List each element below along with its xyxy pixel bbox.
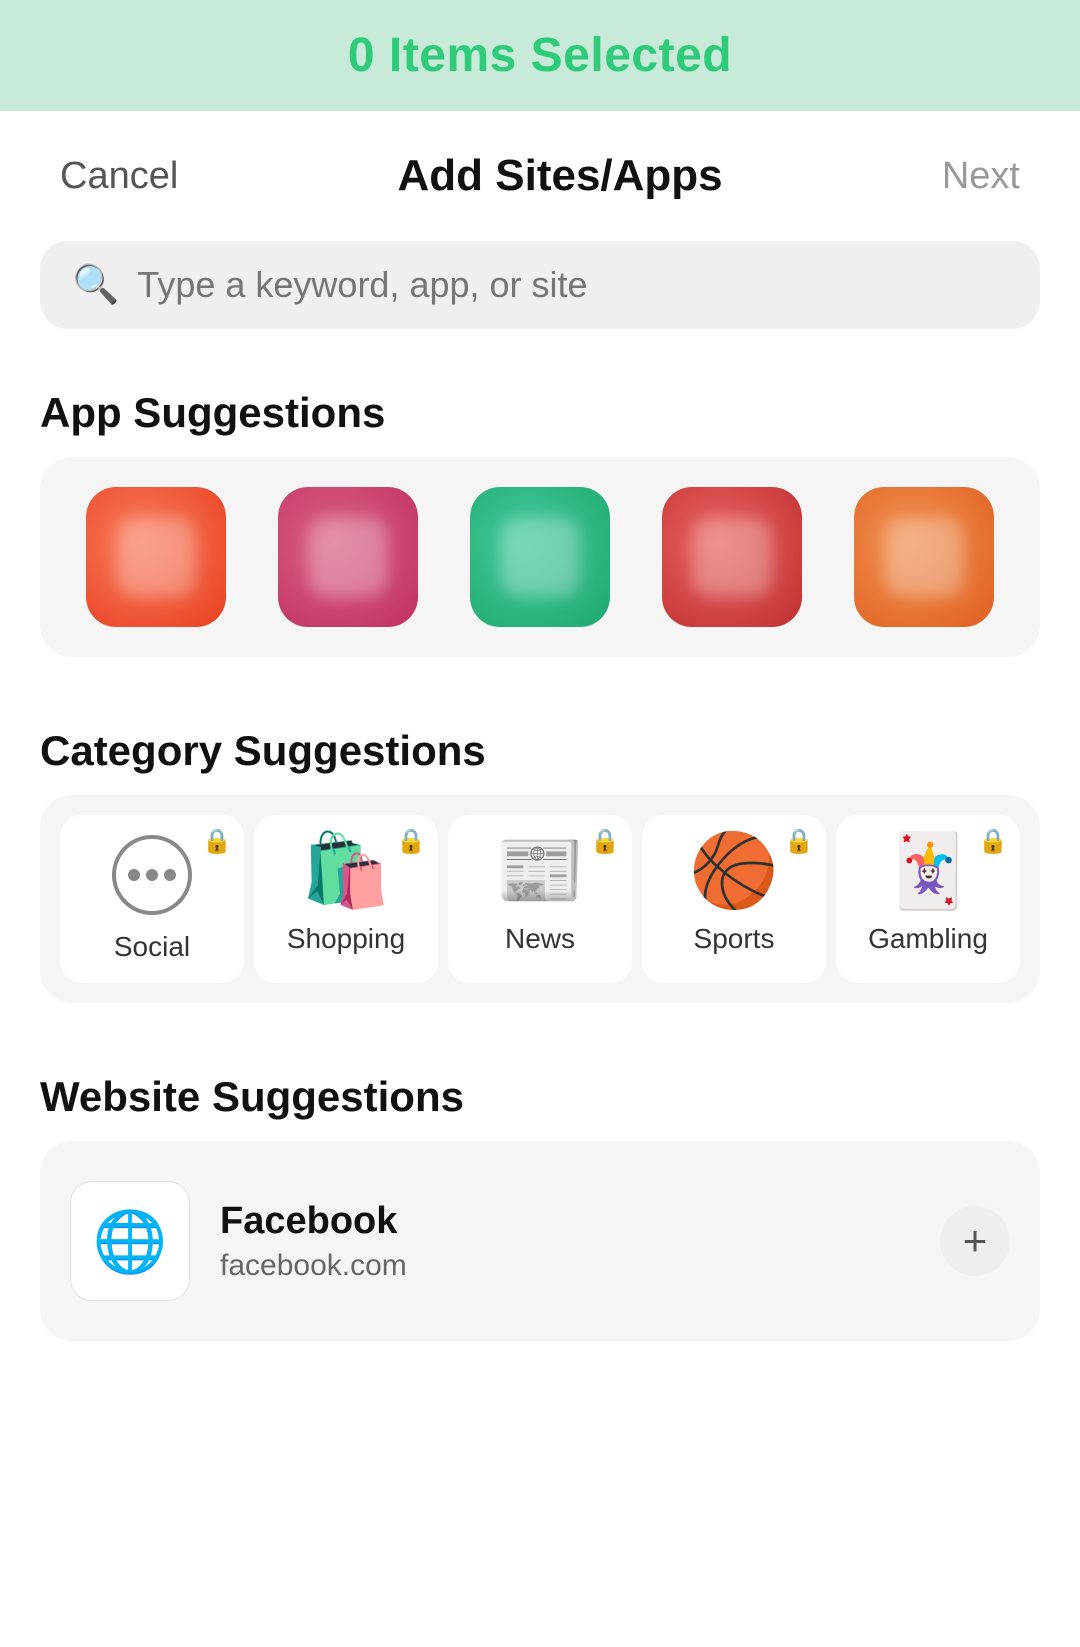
website-suggestions-header: Website Suggestions: [0, 1043, 1080, 1141]
search-input[interactable]: [137, 264, 1008, 306]
app-suggestions-header: App Suggestions: [0, 359, 1080, 457]
cancel-button[interactable]: Cancel: [60, 155, 178, 198]
items-selected-text: 0 Items Selected: [348, 29, 732, 82]
social-icon: [112, 835, 192, 915]
category-label-social: Social: [114, 931, 190, 963]
category-label-gambling: Gambling: [868, 923, 988, 955]
category-label-news: News: [505, 923, 575, 955]
category-label-shopping: Shopping: [287, 923, 405, 955]
add-website-button[interactable]: +: [940, 1206, 1010, 1276]
app-item[interactable]: [838, 487, 1010, 627]
app-icon: [86, 487, 226, 627]
shopping-icon: 🛍️: [301, 835, 391, 907]
category-suggestions-header: Category Suggestions: [0, 697, 1080, 795]
top-banner: 0 Items Selected: [0, 0, 1080, 111]
lock-icon: 🔒: [590, 827, 620, 856]
app-icon: [662, 487, 802, 627]
website-name: Facebook: [220, 1200, 910, 1243]
lock-icon: 🔒: [784, 827, 814, 856]
gambling-icon: 🃏: [883, 835, 973, 907]
category-label-sports: Sports: [694, 923, 775, 955]
app-item[interactable]: [262, 487, 434, 627]
website-suggestions-list: 🌐 Facebook facebook.com +: [40, 1141, 1040, 1341]
app-icon: [470, 487, 610, 627]
category-item-gambling[interactable]: 🔒 🃏 Gambling: [836, 815, 1020, 983]
news-icon: 📰: [495, 835, 585, 907]
search-bar[interactable]: 🔍: [40, 241, 1040, 329]
next-button[interactable]: Next: [942, 155, 1020, 198]
website-url: facebook.com: [220, 1249, 910, 1283]
page-title: Add Sites/Apps: [398, 151, 723, 201]
app-item[interactable]: [646, 487, 818, 627]
lock-icon: 🔒: [396, 827, 426, 856]
website-icon: 🌐: [70, 1181, 190, 1301]
app-suggestions-list: [40, 457, 1040, 657]
search-icon: 🔍: [72, 263, 119, 307]
category-item-news[interactable]: 🔒 📰 News: [448, 815, 632, 983]
globe-icon: 🌐: [93, 1206, 168, 1277]
category-item-shopping[interactable]: 🔒 🛍️ Shopping: [254, 815, 438, 983]
category-suggestions-list: 🔒 Social 🔒 🛍️ Shopping 🔒 📰 News 🔒 🏀 Spor…: [40, 795, 1040, 1003]
lock-icon: 🔒: [202, 827, 232, 856]
search-container: 🔍: [0, 231, 1080, 359]
app-icon: [854, 487, 994, 627]
lock-icon: 🔒: [978, 827, 1008, 856]
sports-icon: 🏀: [689, 835, 779, 907]
website-info: Facebook facebook.com: [220, 1200, 910, 1283]
app-icon: [278, 487, 418, 627]
app-item[interactable]: [70, 487, 242, 627]
category-item-sports[interactable]: 🔒 🏀 Sports: [642, 815, 826, 983]
website-item-facebook[interactable]: 🌐 Facebook facebook.com +: [70, 1161, 1010, 1321]
app-item[interactable]: [454, 487, 626, 627]
category-item-social[interactable]: 🔒 Social: [60, 815, 244, 983]
nav-bar: Cancel Add Sites/Apps Next: [0, 111, 1080, 231]
